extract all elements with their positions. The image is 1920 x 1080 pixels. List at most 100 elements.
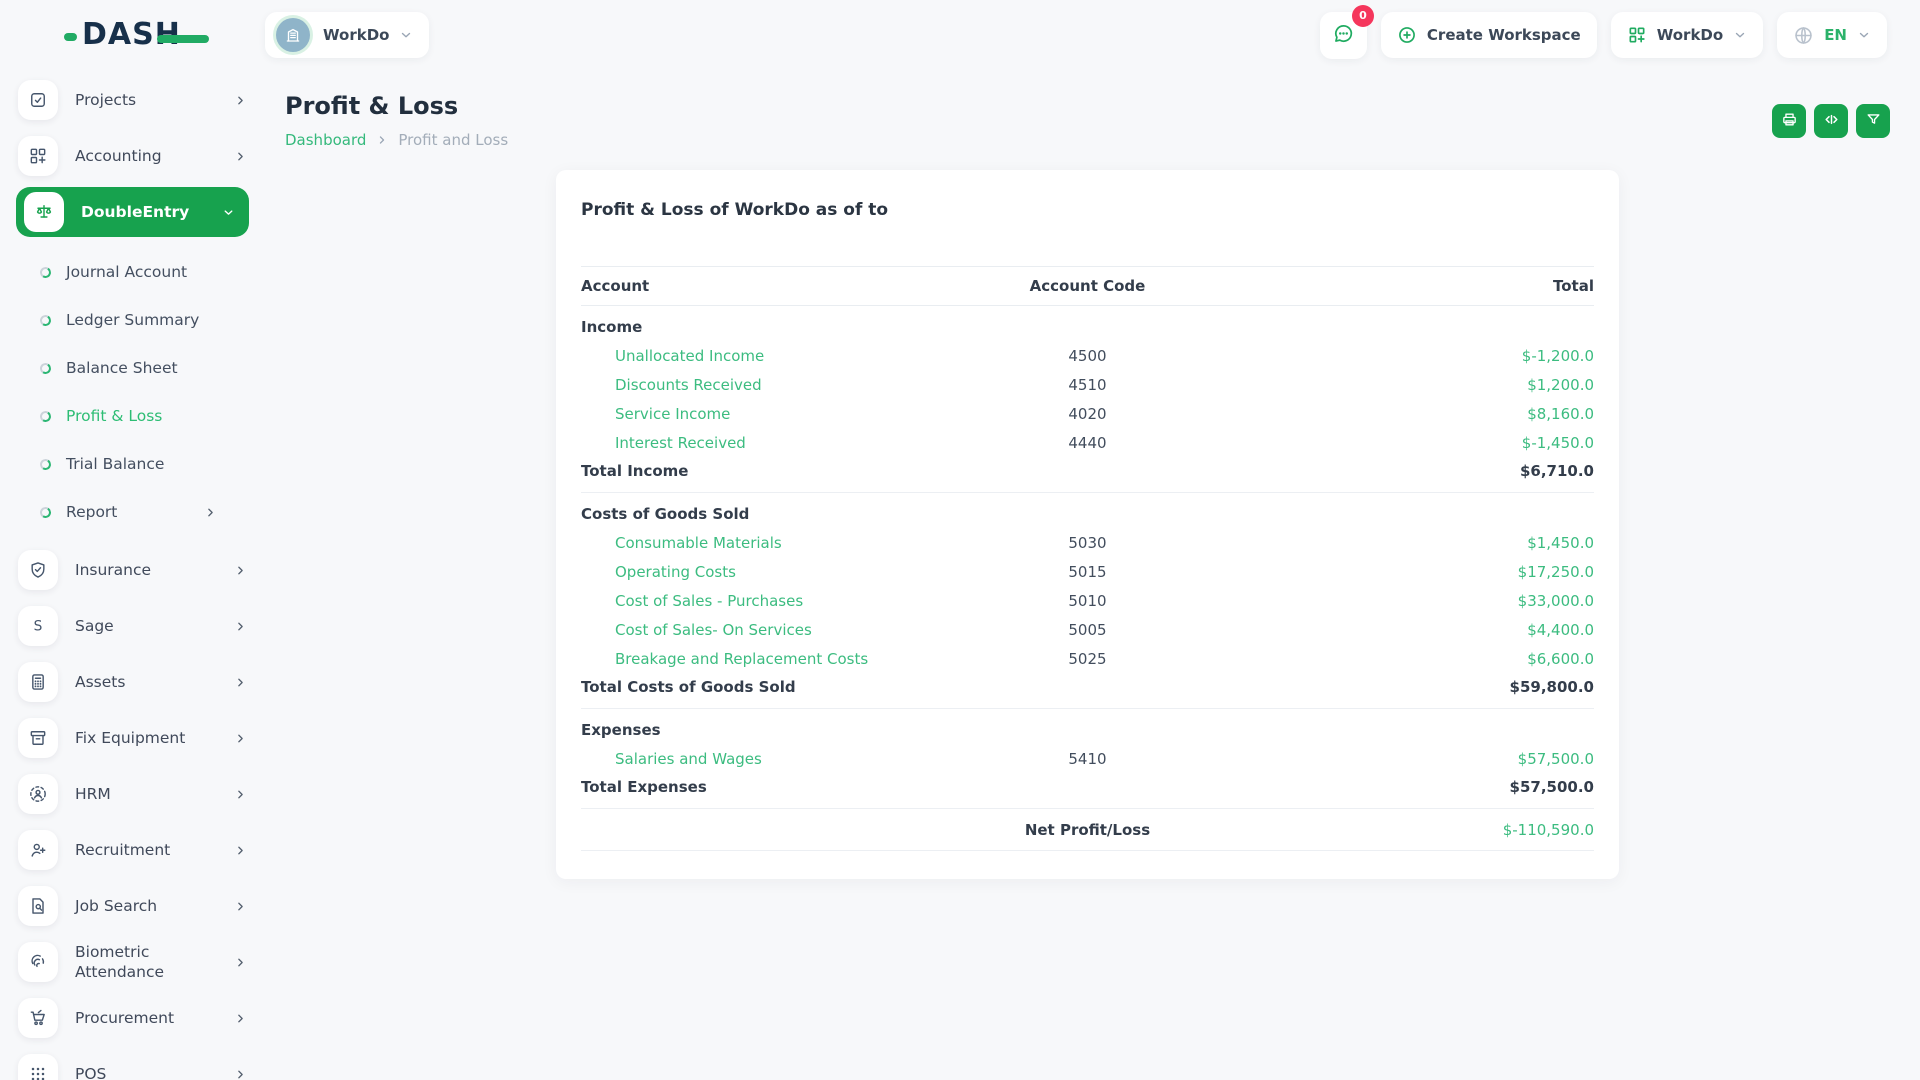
account-code: 5010 xyxy=(986,592,1189,610)
sidebar-item-pos[interactable]: POS xyxy=(16,1046,249,1080)
section-header-expenses: Expenses xyxy=(581,709,1594,744)
sidebar-subitem-journal-account[interactable]: Journal Account xyxy=(0,248,265,296)
account-link[interactable]: Breakage and Replacement Costs xyxy=(615,650,868,668)
code-icon xyxy=(1823,111,1840,131)
sidebar-item-job-search[interactable]: Job Search xyxy=(16,878,249,934)
account-link[interactable]: Consumable Materials xyxy=(615,534,782,552)
print-button[interactable] xyxy=(1772,104,1806,138)
globe-icon xyxy=(1793,25,1814,46)
net-profit-loss-value: $-110,590.0 xyxy=(1189,821,1594,839)
sidebar-item-accounting[interactable]: Accounting xyxy=(16,128,249,184)
table-row: Salaries and Wages5410$57,500.0 xyxy=(581,744,1594,773)
account-code: 4020 xyxy=(986,405,1189,423)
sidebar-item-label: Insurance xyxy=(75,560,151,580)
table-row: Consumable Materials5030$1,450.0 xyxy=(581,528,1594,557)
chevron-down-icon xyxy=(1733,28,1747,42)
sidebar-item-insurance[interactable]: Insurance xyxy=(16,542,249,598)
sidebar-submenu-doubleentry: Journal Account Ledger SummaryBalance She… xyxy=(0,240,265,542)
workspace-selector[interactable]: WorkDo xyxy=(265,12,429,58)
sidebar-item-label: Procurement xyxy=(75,1008,174,1028)
account-code: 5025 xyxy=(986,650,1189,668)
account-total: $17,250.0 xyxy=(1189,563,1594,581)
account-link[interactable]: Salaries and Wages xyxy=(615,750,762,768)
dash-logo[interactable]: DASH xyxy=(64,20,181,50)
chart-of-accounts-button[interactable] xyxy=(1814,104,1848,138)
bullet-icon xyxy=(39,361,52,374)
sidebar-item-label: POS xyxy=(75,1064,106,1080)
sidebar-subitem-profit-loss[interactable]: Profit & Loss xyxy=(0,392,265,440)
account-link[interactable]: Cost of Sales- On Services xyxy=(615,621,812,639)
account-link[interactable]: Operating Costs xyxy=(615,563,736,581)
section-total-expenses: Total Expenses$57,500.0 xyxy=(581,773,1594,809)
sidebar-item-assets[interactable]: Assets xyxy=(16,654,249,710)
account-code: 4500 xyxy=(986,347,1189,365)
sidebar-item-doubleentry[interactable]: DoubleEntry xyxy=(16,187,249,237)
section-total-income: Total Income$6,710.0 xyxy=(581,457,1594,493)
archive-box-icon xyxy=(18,718,58,758)
language-selector[interactable]: EN xyxy=(1777,12,1887,58)
bullet-icon xyxy=(39,505,52,518)
sidebar-item-hrm[interactable]: HRM xyxy=(16,766,249,822)
check-square-icon xyxy=(18,80,58,120)
sidebar-subitem-label: Journal Account xyxy=(66,263,187,281)
account-total: $8,160.0 xyxy=(1189,405,1594,423)
column-header-account-code: Account Code xyxy=(986,277,1189,295)
account-total: $1,200.0 xyxy=(1189,376,1594,394)
table-row: Interest Received4440$-1,450.0 xyxy=(581,428,1594,457)
sidebar-subitem-trial-balance[interactable]: Trial Balance xyxy=(0,440,265,488)
account-link[interactable]: Unallocated Income xyxy=(615,347,764,365)
filter-button[interactable] xyxy=(1856,104,1890,138)
sidebar-subitem-ledger-summary[interactable]: Ledger Summary xyxy=(0,296,265,344)
chevron-down-icon xyxy=(1857,28,1871,42)
sidebar-item-procurement[interactable]: Procurement xyxy=(16,990,249,1046)
letter-s-icon: S xyxy=(18,606,58,646)
sidebar-item-label: Biometric Attendance xyxy=(75,942,213,982)
sidebar-item-recruitment[interactable]: Recruitment xyxy=(16,822,249,878)
chevron-right-icon xyxy=(234,676,247,689)
filter-icon xyxy=(1865,111,1882,131)
table-row: Cost of Sales- On Services5005$4,400.0 xyxy=(581,615,1594,644)
chevron-right-icon xyxy=(204,506,217,519)
sidebar-item-sage[interactable]: S Sage xyxy=(16,598,249,654)
account-link[interactable]: Cost of Sales - Purchases xyxy=(615,592,803,610)
sidebar-subitem-label: Trial Balance xyxy=(66,455,164,473)
workdo-menu-button[interactable]: WorkDo xyxy=(1611,12,1763,58)
account-code: 4440 xyxy=(986,434,1189,452)
sidebar-item-label: Recruitment xyxy=(75,840,170,860)
page-head: Profit & Loss Dashboard Profit and Loss xyxy=(285,92,1890,149)
building-icon xyxy=(276,18,310,52)
account-link[interactable]: Interest Received xyxy=(615,434,746,452)
account-link[interactable]: Discounts Received xyxy=(615,376,762,394)
sidebar-item-fix-equipment[interactable]: Fix Equipment xyxy=(16,710,249,766)
account-total: $6,600.0 xyxy=(1189,650,1594,668)
sidebar-subitem-balance-sheet[interactable]: Balance Sheet xyxy=(0,344,265,392)
account-total: $-1,200.0 xyxy=(1189,347,1594,365)
chevron-down-icon xyxy=(399,28,413,42)
chevron-down-icon xyxy=(222,206,235,219)
account-link[interactable]: Service Income xyxy=(615,405,730,423)
dots-grid-icon xyxy=(18,1054,58,1080)
messages-button[interactable]: 0 xyxy=(1320,12,1367,59)
account-code: 5030 xyxy=(986,534,1189,552)
account-code: 4510 xyxy=(986,376,1189,394)
account-code: 5015 xyxy=(986,563,1189,581)
sidebar-subitem-report[interactable]: Report xyxy=(0,488,265,536)
scale-icon xyxy=(24,192,64,232)
bullet-icon xyxy=(39,313,52,326)
topbar-right: 0 Create Workspace WorkDo EN xyxy=(1320,12,1887,59)
create-workspace-label: Create Workspace xyxy=(1427,26,1581,44)
sidebar-subitem-label: Report xyxy=(66,503,117,521)
table-row: Service Income 4020$8,160.0 xyxy=(581,399,1594,428)
table-body: IncomeUnallocated Income4500$-1,200.0Dis… xyxy=(581,306,1594,809)
create-workspace-button[interactable]: Create Workspace xyxy=(1381,12,1597,58)
sidebar-item-biometric-attendance[interactable]: Biometric Attendance xyxy=(16,934,249,990)
chevron-right-icon xyxy=(234,900,247,913)
workdo-menu-label: WorkDo xyxy=(1657,26,1723,44)
column-header-account: Account xyxy=(581,277,986,295)
breadcrumb-dashboard-link[interactable]: Dashboard xyxy=(285,131,366,149)
chevron-right-icon xyxy=(234,844,247,857)
account-code: 5005 xyxy=(986,621,1189,639)
sidebar-item-projects[interactable]: Projects xyxy=(16,72,249,128)
column-header-total: Total xyxy=(1189,277,1594,295)
sidebar-item-label: Sage xyxy=(75,616,114,636)
